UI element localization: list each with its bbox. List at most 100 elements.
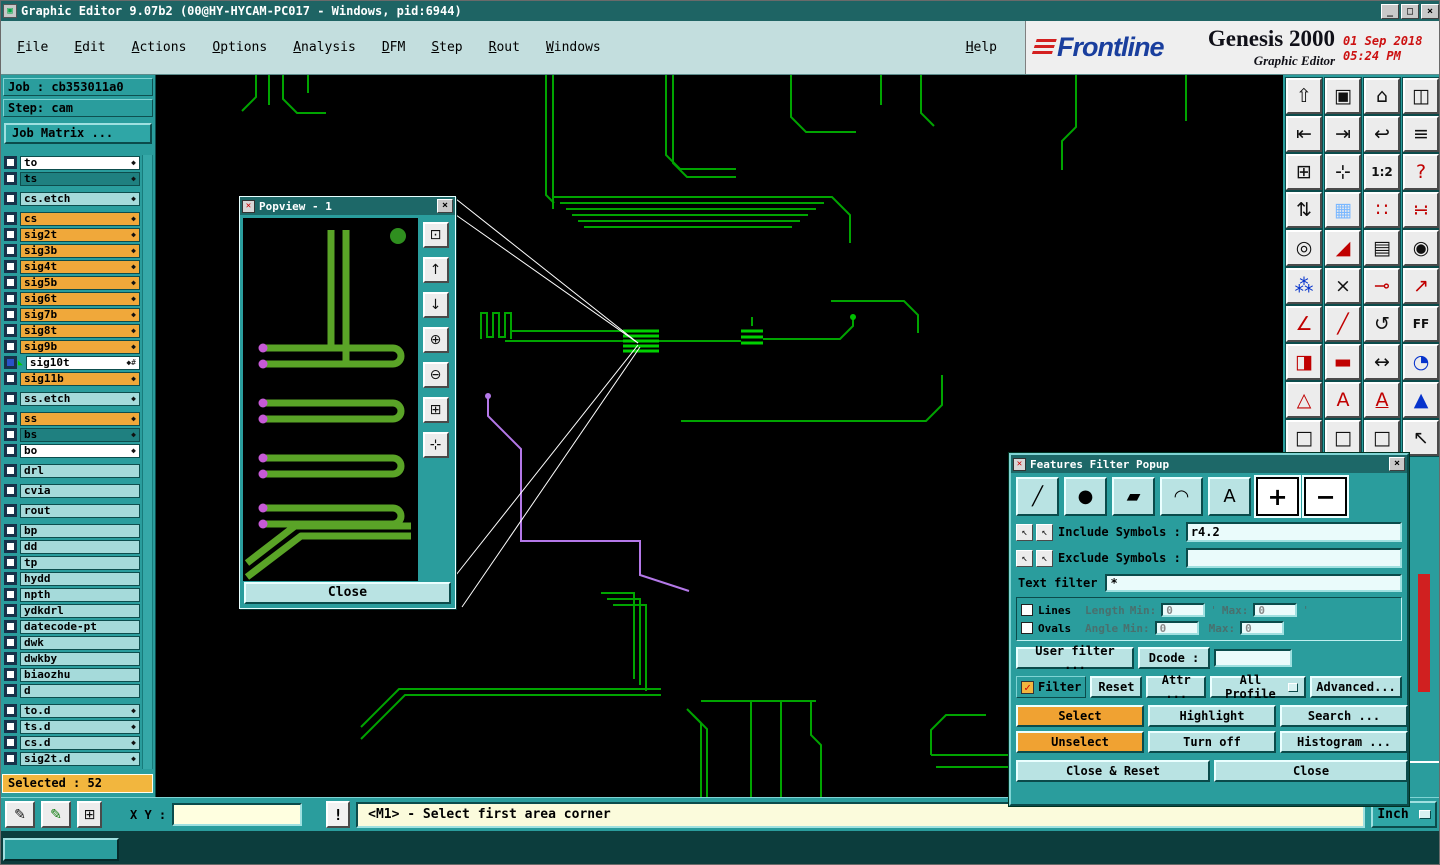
layer-row-sig10t[interactable]: ◣ sig10t ◆# bbox=[4, 355, 140, 370]
display-button[interactable]: ▣ bbox=[1324, 77, 1362, 115]
menu-options[interactable]: Options bbox=[212, 40, 267, 55]
layer-row-ydkdrl[interactable]: ydkdrl bbox=[4, 603, 140, 618]
layer-color-bar[interactable]: hydd bbox=[20, 571, 140, 586]
layer-visibility-checkbox[interactable] bbox=[4, 572, 17, 585]
turn-off-button[interactable]: Turn off bbox=[1148, 731, 1276, 753]
layer-row-bo[interactable]: bo ◆ bbox=[4, 443, 140, 458]
layer-color-bar[interactable]: sig7b ◆ bbox=[20, 307, 140, 322]
diagonal-line-button[interactable]: ╱ bbox=[1324, 305, 1362, 343]
layer-color-bar[interactable]: npth bbox=[20, 587, 140, 602]
layer-row-dd[interactable]: dd bbox=[4, 539, 140, 554]
pan-free-button[interactable]: ⊹ bbox=[422, 432, 449, 458]
menu-step[interactable]: Step bbox=[431, 40, 462, 55]
layer-color-bar[interactable]: bs ◆ bbox=[20, 427, 140, 442]
layer-color-bar[interactable]: cs.etch ◆ bbox=[20, 191, 140, 206]
negative-filter-button[interactable]: − bbox=[1302, 475, 1349, 518]
layer-color-bar[interactable]: cvia bbox=[20, 483, 140, 498]
layer-color-bar[interactable]: dwk bbox=[20, 635, 140, 650]
layer-visibility-checkbox[interactable] bbox=[4, 524, 17, 537]
histogram-button[interactable]: Histogram ... bbox=[1280, 731, 1408, 753]
net-points-button[interactable]: ⁂ bbox=[1285, 267, 1323, 305]
maximize-icon[interactable]: □ bbox=[1401, 3, 1419, 19]
layer-row-ts[interactable]: ts ◆ bbox=[4, 171, 140, 186]
layer-visibility-checkbox[interactable] bbox=[4, 444, 17, 457]
layer-visibility-checkbox[interactable] bbox=[4, 276, 17, 289]
vector-button[interactable]: ↗ bbox=[1402, 267, 1439, 305]
layer-row-sig5b[interactable]: sig5b ◆ bbox=[4, 275, 140, 290]
filter-checkbox[interactable]: ✓ Filter bbox=[1016, 676, 1087, 698]
layer-row-sig3b[interactable]: sig3b ◆ bbox=[4, 243, 140, 258]
pan-down-button[interactable]: ↓ bbox=[422, 292, 449, 318]
menu-actions[interactable]: Actions bbox=[132, 40, 187, 55]
layer-color-bar[interactable]: sig9b ◆ bbox=[20, 339, 140, 354]
attr-button[interactable]: Attr ... bbox=[1146, 673, 1206, 701]
lines-checkbox[interactable] bbox=[1021, 604, 1033, 616]
layer-row-dwk[interactable]: dwk bbox=[4, 635, 140, 650]
close-icon[interactable]: × bbox=[1421, 3, 1439, 19]
layer-visibility-checkbox[interactable] bbox=[4, 192, 17, 205]
menu-dfm[interactable]: DFM bbox=[382, 40, 405, 55]
zoom-scale-button[interactable]: 1:2 bbox=[1363, 153, 1401, 191]
layer-visibility-checkbox[interactable] bbox=[4, 752, 17, 765]
layer-visibility-checkbox[interactable] bbox=[4, 736, 17, 749]
layer-visibility-checkbox[interactable] bbox=[4, 556, 17, 569]
layer-row-rout[interactable]: rout bbox=[4, 503, 140, 518]
layer-row-npth[interactable]: npth bbox=[4, 587, 140, 602]
layer-visibility-checkbox[interactable] bbox=[4, 372, 17, 385]
close-icon[interactable]: × bbox=[437, 199, 453, 213]
layer-color-bar[interactable]: sig11b ◆ bbox=[20, 371, 140, 386]
shift-right-button[interactable]: ⇥ bbox=[1324, 115, 1362, 153]
layer-row-cs.d[interactable]: cs.d ◆ bbox=[4, 735, 140, 750]
shift-left-button[interactable]: ⇤ bbox=[1285, 115, 1323, 153]
blank-button[interactable]: □ bbox=[1324, 419, 1362, 457]
triangle-solid-button[interactable]: ▲ bbox=[1402, 381, 1439, 419]
layer-visibility-checkbox[interactable] bbox=[4, 464, 17, 477]
reset-button[interactable]: Reset bbox=[1090, 676, 1143, 698]
pointer-button[interactable]: ↖ bbox=[1402, 419, 1439, 457]
layer-row-bs[interactable]: bs ◆ bbox=[4, 427, 140, 442]
menu-edit[interactable]: Edit bbox=[74, 40, 105, 55]
minimized-panel[interactable] bbox=[3, 838, 119, 861]
layer-color-bar[interactable]: dwkby bbox=[20, 651, 140, 666]
pad-mode-button[interactable]: ◉ bbox=[1402, 229, 1439, 267]
layer-color-bar[interactable]: cs ◆ bbox=[20, 211, 140, 226]
quarter-circle-button[interactable]: ◔ bbox=[1402, 343, 1439, 381]
blank-button[interactable]: □ bbox=[1285, 419, 1323, 457]
width-button[interactable]: ↔ bbox=[1363, 343, 1401, 381]
angle-max-input[interactable] bbox=[1240, 621, 1285, 635]
layer-list-scrollbar[interactable] bbox=[142, 155, 153, 769]
positive-filter-button[interactable]: + bbox=[1254, 475, 1301, 518]
layer-row-sig4t[interactable]: sig4t ◆ bbox=[4, 259, 140, 274]
edit-button[interactable]: ✎ bbox=[41, 801, 71, 828]
layer-visibility-checkbox[interactable] bbox=[4, 412, 17, 425]
layer-visibility-checkbox[interactable] bbox=[4, 308, 17, 321]
layer-row-d[interactable]: d bbox=[4, 683, 140, 698]
layer-visibility-checkbox[interactable] bbox=[4, 604, 17, 617]
layer-row-sig7b[interactable]: sig7b ◆ bbox=[4, 307, 140, 322]
layer-visibility-checkbox[interactable] bbox=[4, 392, 17, 405]
layer-color-bar[interactable]: sig10t ◆# bbox=[25, 355, 140, 370]
layer-color-bar[interactable]: ss ◆ bbox=[20, 411, 140, 426]
layer-color-bar[interactable]: rout bbox=[20, 503, 140, 518]
zoom-fit-button[interactable]: ⊞ bbox=[422, 397, 449, 423]
filter-close-button[interactable]: Close bbox=[1214, 760, 1408, 782]
layer-color-bar[interactable]: ydkdrl bbox=[20, 603, 140, 618]
text-underline-button[interactable]: A bbox=[1363, 381, 1401, 419]
minimize-icon[interactable]: _ bbox=[1381, 3, 1399, 19]
exclude-symbols-input[interactable] bbox=[1185, 548, 1402, 568]
layer-color-bar[interactable]: tp bbox=[20, 555, 140, 570]
layer-row-sig2t[interactable]: sig2t ◆ bbox=[4, 227, 140, 242]
previous-view-button[interactable]: ↩ bbox=[1363, 115, 1401, 153]
advanced-button[interactable]: Advanced... bbox=[1310, 676, 1402, 698]
select-feature-button[interactable]: ◎ bbox=[1285, 229, 1323, 267]
layer-color-bar[interactable]: cs.d ◆ bbox=[20, 735, 140, 750]
pick-exclude-icon[interactable]: ↖ bbox=[1016, 549, 1033, 567]
layer-visibility-checkbox[interactable] bbox=[4, 172, 17, 185]
layer-visibility-checkbox[interactable] bbox=[4, 324, 17, 337]
job-matrix-button[interactable]: Job Matrix ... bbox=[4, 123, 152, 144]
ff-button[interactable]: FF bbox=[1402, 305, 1439, 343]
layer-color-bar[interactable]: bp bbox=[20, 523, 140, 538]
tile-windows-button[interactable]: ◫ bbox=[1402, 77, 1439, 115]
layer-row-sig11b[interactable]: sig11b ◆ bbox=[4, 371, 140, 386]
lines-filter-button[interactable]: ╱ bbox=[1016, 477, 1059, 516]
